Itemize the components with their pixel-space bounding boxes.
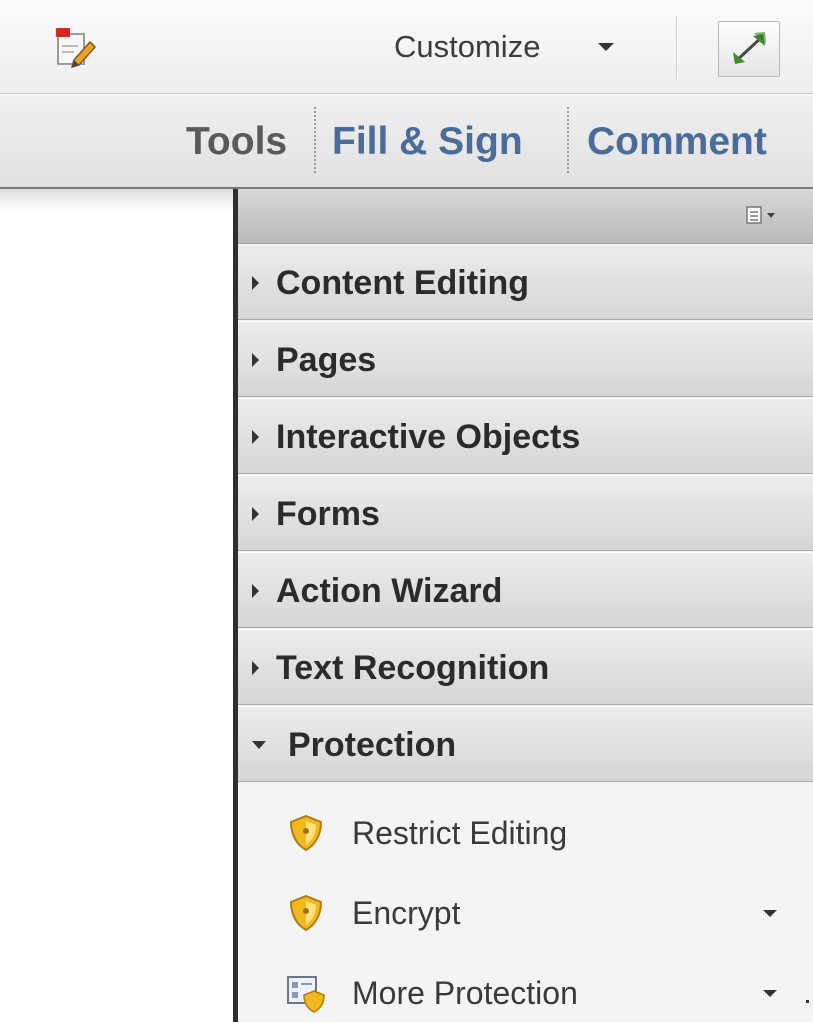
expand-arrow-icon	[252, 584, 259, 598]
collapse-arrow-icon	[252, 741, 266, 749]
panel-header	[238, 189, 813, 244]
chevron-down-icon[interactable]	[763, 990, 777, 997]
chevron-down-icon[interactable]	[763, 910, 777, 917]
tools-panel: Content Editing Pages Interactive Object…	[233, 189, 813, 1022]
section-pages[interactable]: Pages	[238, 321, 813, 397]
section-action-wizard[interactable]: Action Wizard	[238, 552, 813, 628]
shield-icon	[289, 814, 323, 852]
expand-arrow-icon	[252, 353, 259, 367]
tool-more-protection[interactable]: More Protection	[238, 953, 813, 1033]
section-label: Protection	[288, 726, 457, 764]
shield-icon	[289, 894, 323, 932]
panel-options-icon[interactable]	[745, 205, 779, 225]
chevron-down-icon[interactable]	[598, 43, 614, 51]
tool-label: More Protection	[352, 975, 578, 1011]
section-label: Interactive Objects	[276, 418, 581, 456]
section-text-recognition[interactable]: Text Recognition	[238, 629, 813, 705]
tool-encrypt[interactable]: Encrypt	[238, 873, 813, 953]
tab-tools[interactable]: Tools	[186, 95, 287, 187]
section-label: Text Recognition	[276, 649, 550, 687]
tool-label: Restrict Editing	[352, 815, 568, 851]
tool-restrict-editing[interactable]: Restrict Editing	[238, 793, 813, 873]
document-area-shadow	[0, 189, 233, 211]
section-forms[interactable]: Forms	[238, 475, 813, 551]
tab-bar: Tools Fill & Sign Comment	[0, 95, 813, 189]
tool-label: Encrypt	[352, 895, 461, 931]
section-interactive-objects[interactable]: Interactive Objects	[238, 398, 813, 474]
expand-arrow-icon	[252, 276, 259, 290]
section-label: Pages	[276, 341, 377, 379]
section-label: Content Editing	[276, 264, 530, 302]
tab-divider	[567, 107, 569, 173]
edit-pdf-icon[interactable]	[52, 24, 98, 70]
expand-arrows-icon	[733, 32, 766, 64]
certificate-shield-icon	[287, 976, 325, 1013]
section-label: Forms	[276, 495, 380, 533]
expand-arrow-icon	[252, 661, 259, 675]
section-content-editing[interactable]: Content Editing	[238, 244, 813, 320]
top-toolbar: Customize	[0, 0, 813, 94]
tab-comment[interactable]: Comment	[587, 95, 767, 187]
tab-divider	[314, 107, 316, 173]
expand-arrow-icon	[252, 507, 259, 521]
edge-mark	[806, 1000, 809, 1003]
customize-menu[interactable]: Customize	[394, 24, 540, 70]
document-area[interactable]	[0, 189, 233, 1022]
section-protection[interactable]: Protection	[238, 706, 813, 782]
toolbar-divider	[676, 16, 677, 80]
full-screen-button[interactable]	[718, 21, 780, 77]
tab-fill-and-sign[interactable]: Fill & Sign	[332, 95, 523, 187]
section-label: Action Wizard	[276, 572, 503, 610]
expand-arrow-icon	[252, 430, 259, 444]
